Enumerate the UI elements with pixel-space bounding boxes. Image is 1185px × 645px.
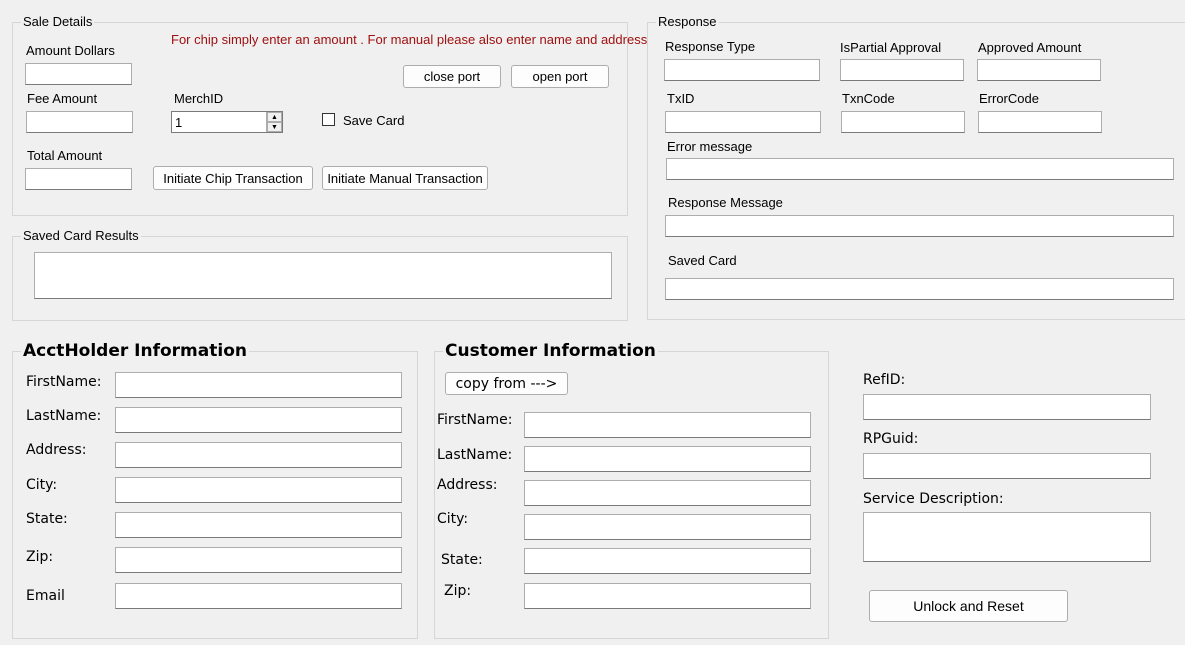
cust-address-input[interactable] [524, 480, 811, 506]
acct-last-input[interactable] [115, 407, 402, 433]
rpguid-label: RPGuid: [863, 431, 919, 447]
acct-first-input[interactable] [115, 372, 402, 398]
response-type-label: Response Type [665, 39, 756, 54]
is-partial-label: IsPartial Approval [840, 40, 942, 55]
open-port-button[interactable]: open port [511, 65, 609, 88]
txid-input[interactable] [665, 111, 821, 133]
merchid-label: MerchID [174, 91, 224, 106]
cust-first-input[interactable] [524, 412, 811, 438]
acct-last-label: LastName: [26, 408, 102, 424]
rpguid-input[interactable] [863, 453, 1151, 479]
total-amount-input[interactable] [25, 168, 132, 190]
refid-label: RefID: [863, 372, 906, 388]
amount-dollars-input[interactable] [25, 63, 132, 85]
acct-holder-title: AcctHolder Information [21, 341, 249, 361]
refid-input[interactable] [863, 394, 1151, 420]
copy-from-button[interactable]: copy from ---> [445, 372, 568, 395]
response-title: Response [656, 14, 719, 29]
cust-city-label: City: [437, 511, 469, 527]
service-description-label: Service Description: [863, 491, 1004, 507]
amount-dollars-label: Amount Dollars [26, 43, 115, 58]
response-message-label: Response Message [668, 195, 783, 210]
save-card-label: Save Card [343, 113, 405, 128]
close-port-button[interactable]: close port [403, 65, 501, 88]
spin-up-icon[interactable]: ▲ [267, 112, 282, 122]
cust-state-input[interactable] [524, 548, 811, 574]
cust-first-label: FirstName: [437, 412, 513, 428]
spin-down-icon[interactable]: ▼ [267, 122, 282, 132]
unlock-reset-button[interactable]: Unlock and Reset [869, 590, 1068, 622]
cust-city-input[interactable] [524, 514, 811, 540]
saved-card-label: Saved Card [668, 253, 737, 268]
initiate-chip-button[interactable]: Initiate Chip Transaction [153, 166, 313, 190]
cust-zip-label: Zip: [444, 583, 472, 599]
response-message-input[interactable] [665, 215, 1174, 237]
acct-zip-label: Zip: [26, 549, 54, 565]
cust-state-label: State: [441, 552, 483, 568]
error-message-input[interactable] [666, 158, 1174, 180]
errorcode-input[interactable] [978, 111, 1102, 133]
acct-address-label: Address: [26, 442, 87, 458]
approved-amount-label: Approved Amount [978, 40, 1082, 55]
sale-details-title: Sale Details [21, 14, 95, 29]
customer-title: Customer Information [443, 341, 658, 361]
acct-address-input[interactable] [115, 442, 402, 468]
merchid-value: 1 [175, 115, 183, 130]
fee-amount-label: Fee Amount [27, 91, 98, 106]
acct-state-label: State: [26, 511, 68, 527]
merchid-stepper[interactable]: 1 ▲ ▼ [171, 111, 283, 133]
cust-last-label: LastName: [437, 447, 513, 463]
response-type-input[interactable] [664, 59, 820, 81]
initiate-manual-button[interactable]: Initiate Manual Transaction [322, 166, 488, 190]
approved-amount-input[interactable] [977, 59, 1101, 81]
cust-zip-input[interactable] [524, 583, 811, 609]
is-partial-input[interactable] [840, 59, 964, 81]
saved-card-results-title: Saved Card Results [21, 228, 141, 243]
txncode-label: TxnCode [842, 91, 895, 106]
cust-address-label: Address: [437, 477, 498, 493]
acct-state-input[interactable] [115, 512, 402, 538]
acct-city-input[interactable] [115, 477, 402, 503]
errorcode-label: ErrorCode [979, 91, 1039, 106]
saved-card-input[interactable] [665, 278, 1174, 300]
fee-amount-input[interactable] [26, 111, 133, 133]
acct-city-label: City: [26, 477, 58, 493]
acct-email-label: Email [26, 588, 65, 604]
save-card-checkbox[interactable] [322, 113, 335, 126]
cust-last-input[interactable] [524, 446, 811, 472]
txncode-input[interactable] [841, 111, 965, 133]
service-description-textarea[interactable] [863, 512, 1151, 562]
total-amount-label: Total Amount [27, 148, 103, 163]
error-message-label: Error message [667, 139, 753, 154]
acct-first-label: FirstName: [26, 374, 102, 390]
instruction-note: For chip simply enter an amount . For ma… [171, 32, 648, 47]
saved-card-results-textarea[interactable] [34, 252, 612, 299]
acct-zip-input[interactable] [115, 547, 402, 573]
acct-email-input[interactable] [115, 583, 402, 609]
merchid-spinner[interactable]: ▲ ▼ [266, 112, 282, 132]
txid-label: TxID [667, 91, 695, 106]
